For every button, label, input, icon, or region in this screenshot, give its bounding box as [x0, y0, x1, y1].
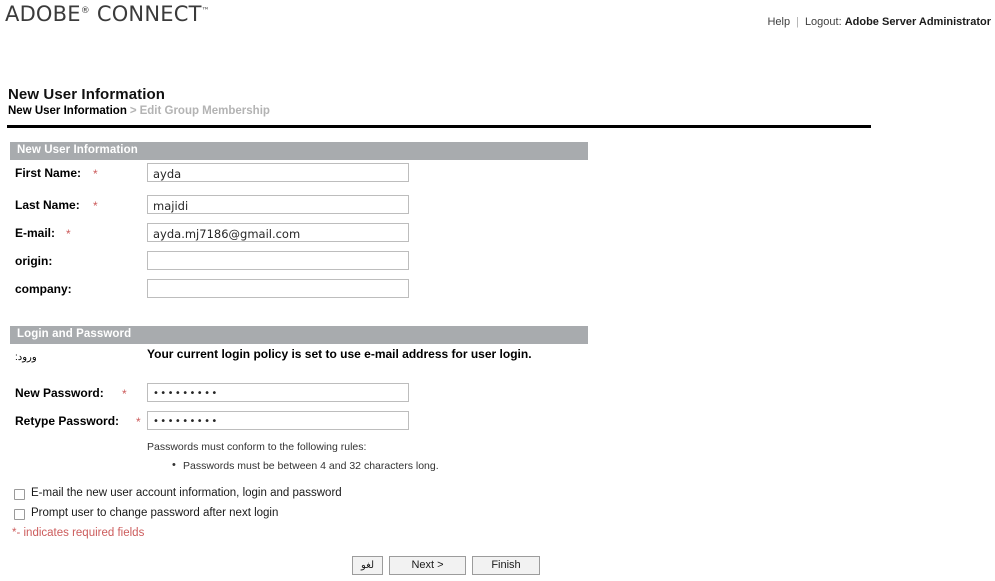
- section-title-new-user-information: New User Information: [17, 144, 138, 156]
- required-fields-note: *- indicates required fields: [12, 527, 145, 539]
- retype-password-input[interactable]: •••••••••: [147, 411, 409, 430]
- form-row-last-name: Last Name: * majidi: [0, 195, 600, 219]
- retype-password-label: Retype Password:: [15, 414, 120, 428]
- last-name-required-marker: *: [93, 199, 98, 213]
- last-name-input[interactable]: majidi: [147, 195, 409, 214]
- app-header: ADOBE® CONNECT™ Help | Logout: Adobe Serve…: [0, 0, 995, 40]
- origin-label: origin:: [15, 254, 53, 268]
- current-user-name: Adobe Server Administrator: [844, 16, 991, 28]
- header-links: Help | Logout: Adobe Server Administrator: [767, 16, 991, 28]
- retype-password-required-marker: *: [136, 415, 141, 429]
- breadcrumb-item-new-user-information[interactable]: New User Information: [8, 105, 127, 117]
- prompt-change-password-checkbox[interactable]: [14, 509, 25, 520]
- password-rules-intro: Passwords must conform to the following …: [147, 441, 367, 453]
- section-header-new-user-information: New User Information: [10, 142, 588, 160]
- cancel-button[interactable]: لغو: [352, 556, 383, 575]
- page-title: New User Information: [8, 86, 166, 103]
- form-row-email: E-mail: * ayda.mj7186@gmail.com: [0, 223, 600, 247]
- form-row-new-password: New Password: * •••••••••: [0, 383, 600, 407]
- password-rules-list: Passwords must be between 4 and 32 chara…: [170, 458, 439, 473]
- login-policy-note: Your current login policy is set to use …: [147, 347, 532, 361]
- registered-mark-icon: ®: [80, 6, 90, 16]
- breadcrumb-separator-icon: >: [129, 105, 137, 117]
- new-password-value: •••••••••: [153, 388, 219, 399]
- new-password-label: New Password:: [15, 386, 104, 400]
- form-row-first-name: First Name: * ayda: [0, 163, 600, 187]
- breadcrumb: New User Information > Edit Group Membersh…: [8, 105, 270, 117]
- first-name-label: First Name:: [15, 166, 82, 180]
- form-row-company: company:: [0, 279, 600, 303]
- origin-input[interactable]: [147, 251, 409, 270]
- help-link[interactable]: Help: [767, 16, 790, 28]
- email-account-info-label: E-mail the new user account information,…: [31, 487, 342, 499]
- adobe-connect-logo: ADOBE® CONNECT™: [5, 2, 210, 26]
- last-name-label: Last Name:: [15, 198, 80, 212]
- first-name-input[interactable]: ayda: [147, 163, 409, 182]
- finish-button[interactable]: Finish: [472, 556, 540, 575]
- retype-password-value: •••••••••: [153, 416, 219, 427]
- email-account-info-checkbox[interactable]: [14, 489, 25, 500]
- company-label: company:: [15, 282, 72, 296]
- title-divider: [7, 125, 871, 128]
- email-input[interactable]: ayda.mj7186@gmail.com: [147, 223, 409, 242]
- section-header-login-and-password: Login and Password: [10, 326, 588, 344]
- logo-connect-text: CONNECT: [96, 2, 202, 26]
- breadcrumb-item-edit-group-membership: Edit Group Membership: [139, 105, 270, 117]
- new-password-required-marker: *: [122, 387, 127, 401]
- login-label: ورود:: [15, 352, 37, 363]
- email-value: ayda.mj7186@gmail.com: [153, 227, 301, 241]
- section-title-login-and-password: Login and Password: [17, 328, 132, 340]
- header-divider: |: [796, 16, 799, 28]
- email-required-marker: *: [66, 227, 71, 241]
- form-row-origin: origin:: [0, 251, 600, 275]
- new-password-input[interactable]: •••••••••: [147, 383, 409, 402]
- logout-link[interactable]: Logout:: [805, 16, 842, 28]
- prompt-change-password-label: Prompt user to change password after nex…: [31, 507, 279, 519]
- email-label: E-mail:: [15, 226, 56, 240]
- last-name-value: majidi: [153, 199, 189, 213]
- company-input[interactable]: [147, 279, 409, 298]
- form-row-retype-password: Retype Password: * •••••••••: [0, 411, 600, 435]
- first-name-value: ayda: [153, 167, 182, 181]
- first-name-required-marker: *: [93, 167, 98, 181]
- logo-adobe-text: ADOBE: [5, 2, 81, 26]
- next-button[interactable]: Next >: [389, 556, 466, 575]
- trademark-mark-icon: ™: [201, 6, 210, 15]
- password-rule-item: Passwords must be between 4 and 32 chara…: [170, 458, 439, 473]
